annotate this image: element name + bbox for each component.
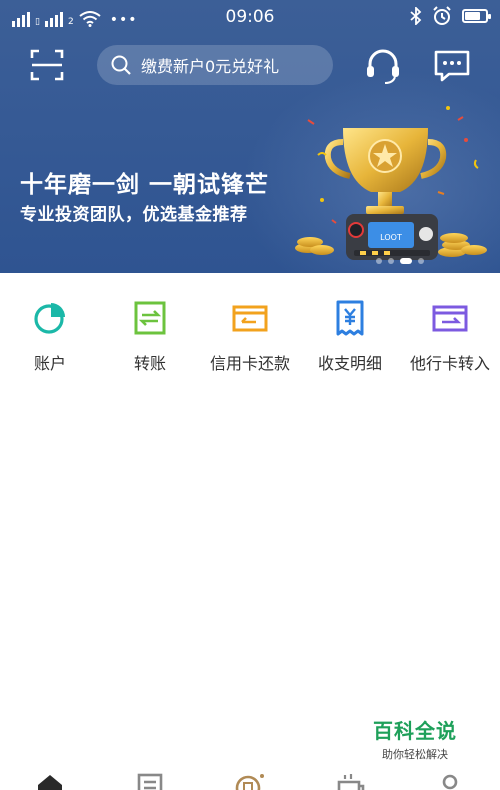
carousel-dot-active[interactable] xyxy=(400,258,412,264)
hero-banner[interactable]: ▯ 2 ••• 09:06 缴费新户0元兑好礼 十年磨一剑 一朝试锋芒 专业投资… xyxy=(0,0,500,273)
watermark-title: 百科全说 xyxy=(373,719,457,743)
headset-icon[interactable] xyxy=(363,46,403,86)
receipt-icon xyxy=(336,300,364,336)
banner-title: 十年磨一剑 一朝试锋芒 xyxy=(20,172,270,198)
quick-action-label: 账户 xyxy=(33,354,66,373)
transfer-icon xyxy=(134,301,166,335)
status-bar: ▯ 2 ••• 09:06 xyxy=(0,0,500,34)
quick-action-label: 收支明细 xyxy=(317,354,382,373)
quick-action-label: 信用卡还款 xyxy=(209,354,290,373)
home-icon[interactable] xyxy=(35,772,65,790)
battery-icon xyxy=(462,9,491,23)
quick-action-transfer[interactable]: 转账 xyxy=(100,300,200,390)
carousel-dot[interactable] xyxy=(388,258,394,264)
quick-action-card-in[interactable]: 他行卡转入 xyxy=(400,300,500,390)
quick-action-label: 他行卡转入 xyxy=(409,354,490,373)
wealth-icon[interactable] xyxy=(235,772,265,790)
watermark: 百科全说 助你轻松解决 xyxy=(360,715,470,762)
bluetooth-icon xyxy=(410,7,422,25)
watermark-subtitle: 助你轻松解决 xyxy=(382,748,448,761)
top-bar: 缴费新户0元兑好礼 xyxy=(0,40,500,90)
mall-icon[interactable] xyxy=(335,772,365,790)
carousel-dot[interactable] xyxy=(376,258,382,264)
bottom-tab-bar xyxy=(0,766,500,790)
card-in-icon xyxy=(432,305,468,332)
list-icon[interactable] xyxy=(135,772,165,790)
quick-action-statement[interactable]: 收支明细 xyxy=(300,300,400,390)
banner-subtitle: 专业投资团队，优选基金推荐 xyxy=(20,205,248,225)
alarm-icon xyxy=(433,6,451,25)
message-icon[interactable] xyxy=(433,49,471,83)
quick-actions: 账户 转账 信用卡还款 收支明细 他行卡转入 xyxy=(0,300,500,390)
carousel-dot[interactable] xyxy=(418,258,424,264)
svg-text:LOOT: LOOT xyxy=(380,233,402,242)
search-icon xyxy=(111,55,131,75)
profile-icon[interactable] xyxy=(435,772,465,790)
search-bar[interactable]: 缴费新户0元兑好礼 xyxy=(97,45,333,85)
carousel-indicators[interactable] xyxy=(340,258,460,264)
scan-icon[interactable] xyxy=(30,49,64,81)
quick-action-account[interactable]: 账户 xyxy=(0,300,100,390)
status-right xyxy=(410,6,491,26)
trophy-illustration: LOOT xyxy=(295,106,487,260)
quick-action-credit-card[interactable]: 信用卡还款 xyxy=(200,300,300,390)
quick-action-label: 转账 xyxy=(133,354,166,373)
search-placeholder: 缴费新户0元兑好礼 xyxy=(141,57,280,76)
pie-chart-icon xyxy=(34,303,65,334)
credit-card-icon xyxy=(232,305,268,332)
